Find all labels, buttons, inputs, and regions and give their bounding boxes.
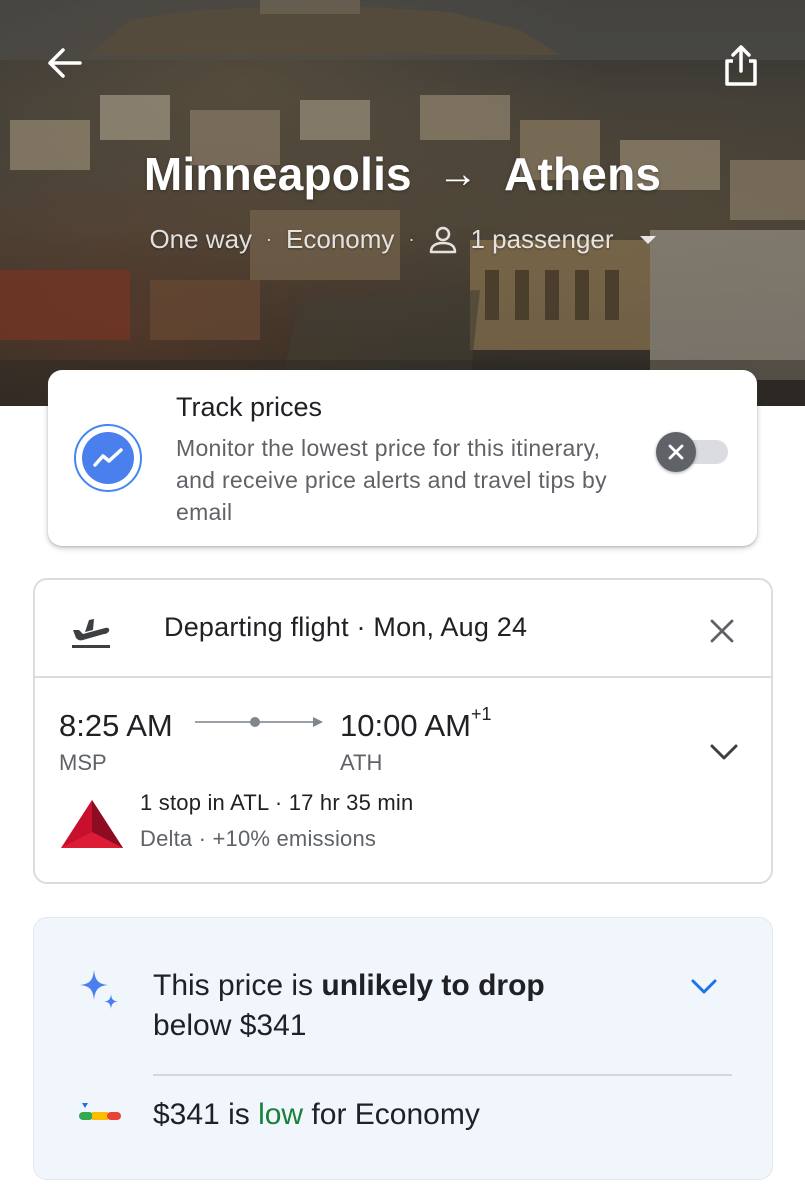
sparkle-icon — [80, 970, 118, 1009]
divider — [153, 1074, 732, 1076]
flight-stops-duration: 1 stop in ATL · 17 hr 35 min — [140, 790, 414, 815]
arrival-day-offset: +1 — [470, 704, 492, 724]
price-level-text: $341 is low for Economy — [153, 1098, 480, 1132]
departure-airport: MSP — [59, 750, 107, 775]
track-prices-title: Track prices — [176, 392, 323, 422]
price-level-suffix: for Economy — [303, 1098, 480, 1131]
price-level-prefix: $341 is — [153, 1098, 259, 1131]
delta-logo — [61, 800, 123, 848]
close-icon — [710, 619, 734, 643]
track-prices-card: Track prices Monitor the lowest price fo… — [48, 370, 757, 546]
track-prices-description: Monitor the lowest price for this itiner… — [176, 435, 607, 525]
price-prediction-text: This price is unlikely to drop below $341 — [153, 966, 623, 1046]
dropdown-caret-icon — [639, 235, 656, 244]
departing-flight-card: Departing flight · Mon, Aug 24 8:25 AM M… — [33, 578, 773, 884]
airline-emissions: Delta · +10% emissions — [140, 826, 377, 851]
separator-dot: · — [408, 229, 415, 249]
departing-flight-heading: Departing flight · Mon, Aug 24 — [164, 612, 528, 642]
separator-dot: · — [266, 229, 273, 249]
route-arrow: → — [437, 151, 479, 196]
destination-city: Athens — [504, 148, 662, 200]
hero-overlay — [0, 0, 805, 406]
arrival-airport: ATH — [340, 750, 383, 775]
price-level-gauge-icon — [79, 1103, 121, 1120]
flight-route-line — [195, 717, 323, 727]
expand-insight-button[interactable] — [689, 976, 719, 998]
share-button[interactable] — [718, 40, 764, 90]
prediction-emphasis: unlikely to drop — [321, 969, 545, 1002]
toggle-knob[interactable] — [656, 432, 696, 472]
person-icon — [430, 226, 457, 253]
trending-icon — [74, 424, 142, 492]
arrival-time: 10:00 AM+1 — [340, 704, 492, 744]
route-title: Minneapolis → Athens — [0, 147, 805, 201]
arrow-back-icon — [48, 48, 82, 78]
price-level-word: low — [258, 1098, 304, 1131]
share-icon — [725, 45, 757, 86]
arrival-time-value: 10:00 AM — [340, 708, 471, 743]
chevron-down-icon — [691, 979, 717, 994]
prediction-suffix: below $341 — [153, 1009, 307, 1042]
remove-flight-button[interactable] — [705, 614, 739, 648]
destination-hero: Minneapolis → Athens One way · Economy ·… — [0, 0, 805, 406]
price-insight-card[interactable]: This price is unlikely to drop below $341… — [33, 917, 773, 1180]
prediction-prefix: This price is — [153, 969, 322, 1002]
trip-type[interactable]: One way — [149, 224, 252, 255]
cabin-class[interactable]: Economy — [286, 224, 394, 255]
close-icon — [668, 444, 684, 460]
expand-flight-button[interactable] — [707, 740, 741, 764]
chevron-down-icon — [710, 744, 738, 760]
flight-card-header: Departing flight · Mon, Aug 24 — [35, 580, 771, 678]
flight-takeoff-icon — [72, 619, 110, 648]
trip-options[interactable]: One way · Economy · 1 passenger — [0, 224, 805, 255]
back-button[interactable] — [42, 40, 88, 86]
passenger-selector[interactable]: 1 passenger — [428, 224, 656, 255]
passenger-count: 1 passenger — [470, 224, 614, 254]
origin-city: Minneapolis — [143, 148, 412, 200]
departure-time: 8:25 AM — [59, 708, 173, 743]
track-prices-toggle[interactable] — [656, 432, 730, 472]
